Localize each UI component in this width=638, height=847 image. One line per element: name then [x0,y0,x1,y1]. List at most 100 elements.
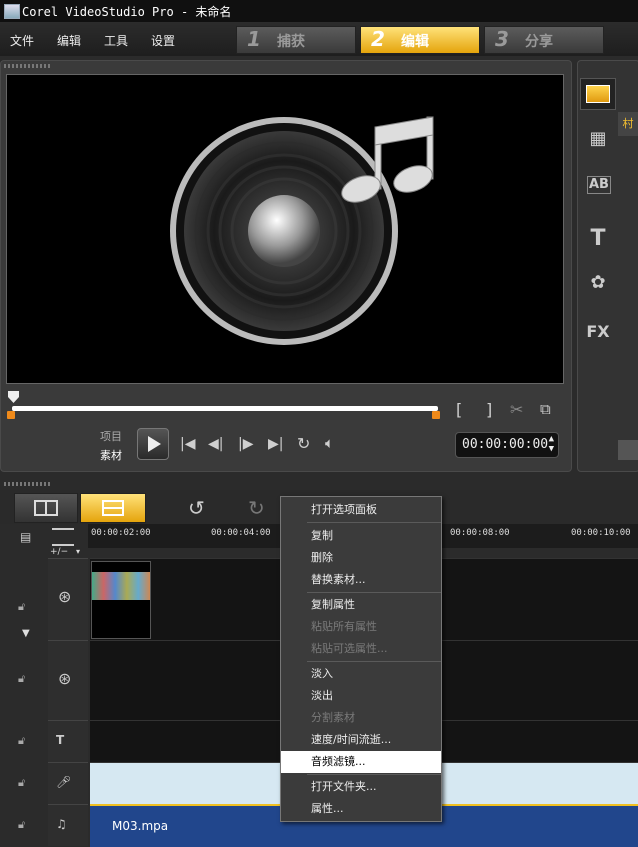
chapter-list-icon[interactable] [52,528,74,546]
ruler-tick: 00:00:08:00 [450,528,510,538]
menu-item-paste-selectable-attributes: 粘贴可选属性... [311,642,388,655]
title-ab-icon[interactable]: AB [587,176,611,194]
step-label: 编辑 [401,34,429,50]
voice-track-icon: 🎤︎ [56,775,72,789]
title-track-label: T [48,720,88,763]
step-share[interactable]: 3 分享 [484,26,604,54]
voice-track-lock-icon[interactable]: 🔓︎ [18,776,25,790]
mark-out-icon[interactable]: ] [486,400,492,419]
preview-screen [6,74,564,384]
timeline-grip[interactable] [4,482,50,486]
enlarge-preview-icon[interactable]: ⧉ [540,400,551,418]
ruler-tick: 00:00:02:00 [91,528,151,538]
media-library-tab[interactable] [580,78,616,110]
step-label: 分享 [525,34,553,50]
dropdown-arrow-icon[interactable]: ▾ [76,547,80,556]
video-track-icon: ⊛ [58,587,72,606]
speaker-music-graphic [170,116,434,345]
play-icon [148,436,161,452]
menu-separator [307,774,441,775]
timecode-stepper-icon[interactable]: ▲ ▼ [549,434,554,454]
menu-separator [307,592,441,593]
menu-settings[interactable]: 设置 [151,32,175,49]
timeline-view-icon [102,500,124,516]
panel-grip[interactable] [4,64,50,68]
menu-item-open-folder[interactable]: 打开文件夹... [281,776,441,798]
title-bar: Corel VideoStudio Pro - 未命名 [0,0,638,23]
play-button[interactable] [137,428,169,460]
menu-separator [307,661,441,662]
menu-bar: 文件 编辑 工具 设置 1 捕获 2 编辑 3 分享 [0,22,638,56]
step-number: 2 [371,27,385,51]
menu-item-speed-time-lapse[interactable]: 速度/时间流逝... [281,729,441,751]
menu-item-copy[interactable]: 复制 [281,525,441,547]
title-track-icon: T [56,733,65,747]
overlay-track-icon: ⊛ [58,669,72,688]
window-title: Corel VideoStudio Pro - 未命名 [22,5,232,19]
step-number: 1 [247,27,261,51]
transition-icon[interactable]: ▦ [584,128,612,152]
menu-edit[interactable]: 编辑 [57,32,81,49]
context-menu: 打开选项面板 复制 删除 替换素材... 复制属性 粘贴所有属性 粘贴可选属性.… [280,496,442,822]
menu-item-open-options-panel[interactable]: 打开选项面板 [281,499,441,521]
voice-track-label: 🎤︎ [48,762,88,805]
mark-out-handle[interactable] [432,411,440,419]
filmstrip-icon [34,500,58,516]
track-manager-icon[interactable]: ▤ [20,530,31,544]
menu-separator [307,522,441,523]
timecode-display[interactable]: 00:00:00:00 ▲ ▼ [455,432,559,458]
step-number: 3 [495,27,509,51]
overlay-track-label: ⊛ [48,640,88,721]
mark-in-icon[interactable]: [ [456,400,462,419]
video-clip-thumbnail [92,572,150,600]
filter-fx-icon[interactable]: FX [584,322,612,346]
menu-item-copy-attributes[interactable]: 复制属性 [281,594,441,616]
undo-icon[interactable]: ↺ [188,496,205,520]
timecode-value: 00:00:00:00 [462,437,549,452]
mode-clip-label[interactable]: 素材 [100,447,122,463]
music-track-label: ♫ [48,804,88,846]
step-label: 捕获 [277,34,305,50]
menu-tools[interactable]: 工具 [104,32,128,49]
music-track-icon: ♫ [56,817,67,831]
music-track-lock-icon[interactable]: 🔓︎ [18,818,25,832]
go-to-start-icon[interactable]: |◀ [180,436,195,452]
menu-item-delete[interactable]: 删除 [281,547,441,569]
volume-icon[interactable]: 🔈︎ [325,434,334,452]
video-track-lock-icon[interactable]: 🔓︎ [18,600,25,614]
storyboard-view-button[interactable] [14,493,78,523]
scrubber-track[interactable] [12,406,438,411]
step-capture[interactable]: 1 捕获 [236,26,356,54]
library-scroll-button[interactable] [618,440,638,460]
mark-in-handle[interactable] [7,411,15,419]
title-t-icon[interactable]: T [584,226,612,251]
menu-file[interactable]: 文件 [10,32,34,49]
music-clip-name: M03.mpa [112,819,169,833]
video-track-label: ⊛ [48,558,88,641]
menu-item-fade-out[interactable]: 淡出 [281,685,441,707]
menu-item-replace-clip[interactable]: 替换素材... [281,569,441,591]
menu-item-properties[interactable]: 属性... [281,798,441,820]
previous-frame-icon[interactable]: ◀| [208,436,223,452]
add-remove-tracks[interactable]: +/− [50,547,68,557]
scissors-icon[interactable]: ✂ [510,400,523,419]
expand-tracks-icon[interactable]: ▼ [22,628,30,639]
repeat-icon[interactable]: ↻ [297,434,310,453]
menu-item-paste-all-attributes: 粘贴所有属性 [311,620,377,633]
timeline-view-button[interactable] [80,493,146,523]
redo-icon[interactable]: ↻ [248,496,265,520]
title-track-lock-icon[interactable]: 🔓︎ [18,734,25,748]
step-edit[interactable]: 2 编辑 [360,26,480,54]
mode-project-label[interactable]: 项目 [100,428,122,444]
graphics-icon[interactable]: ✿ [584,272,612,296]
app-icon [4,4,20,19]
go-to-end-icon[interactable]: ▶| [268,436,283,452]
library-tab-fragment: 村 [618,112,638,136]
video-clip[interactable] [91,561,151,639]
media-folder-icon [586,85,610,103]
menu-item-split-clip: 分割素材 [311,711,355,724]
next-frame-icon[interactable]: |▶ [238,436,253,452]
overlay-track-lock-icon[interactable]: 🔓︎ [18,672,25,686]
menu-item-fade-in[interactable]: 淡入 [281,663,441,685]
menu-item-audio-filter[interactable]: 音频滤镜... [281,751,441,773]
